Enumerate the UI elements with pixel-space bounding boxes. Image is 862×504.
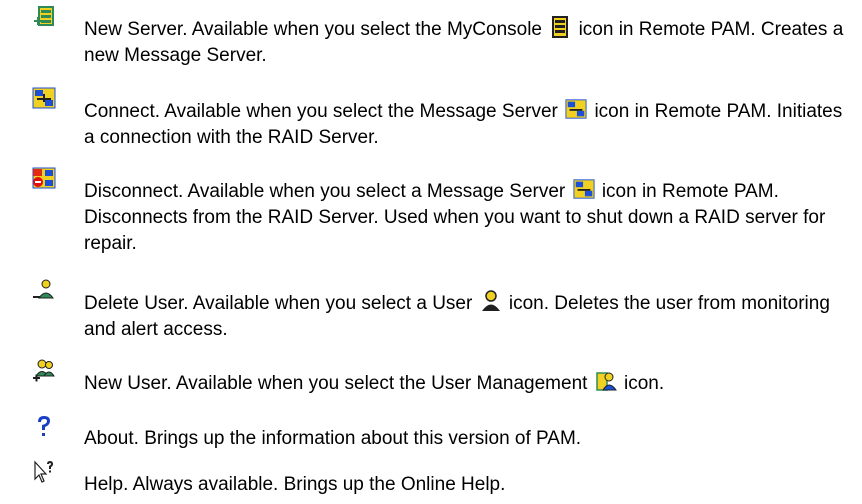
new-user-icon bbox=[32, 358, 56, 382]
entry-text-pre: Connect. Available when you select the M… bbox=[84, 101, 558, 122]
new-server-icon bbox=[32, 4, 56, 28]
entry-text: New User. Available when you select the … bbox=[84, 370, 858, 397]
about-icon bbox=[32, 414, 56, 438]
entry-text: About. Brings up the information about t… bbox=[84, 428, 582, 449]
entry-text-pre: Disconnect. Available when you select a … bbox=[84, 181, 566, 202]
message-server-icon bbox=[565, 98, 587, 120]
user-icon bbox=[480, 290, 502, 312]
entry-text-pre: New User. Available when you select the … bbox=[84, 373, 588, 394]
entry-text: Delete User. Available when you select a… bbox=[84, 290, 858, 343]
entry-text-pre: Delete User. Available when you select a… bbox=[84, 293, 473, 314]
help-icon bbox=[32, 460, 56, 484]
entry-text: Help. Always available. Brings up the On… bbox=[84, 474, 506, 495]
entry-text-post: icon. bbox=[623, 373, 665, 394]
entry-text-pre: New Server. Available when you select th… bbox=[84, 19, 543, 40]
entry-text: Connect. Available when you select the M… bbox=[84, 98, 858, 151]
connect-icon bbox=[32, 86, 56, 110]
entry-text: Disconnect. Available when you select a … bbox=[84, 178, 858, 257]
user-management-icon bbox=[595, 370, 617, 392]
entry-text: New Server. Available when you select th… bbox=[84, 16, 858, 69]
delete-user-icon bbox=[32, 278, 56, 302]
message-server-icon bbox=[572, 178, 595, 200]
disconnect-icon bbox=[32, 166, 56, 190]
myconsole-icon bbox=[549, 16, 571, 38]
